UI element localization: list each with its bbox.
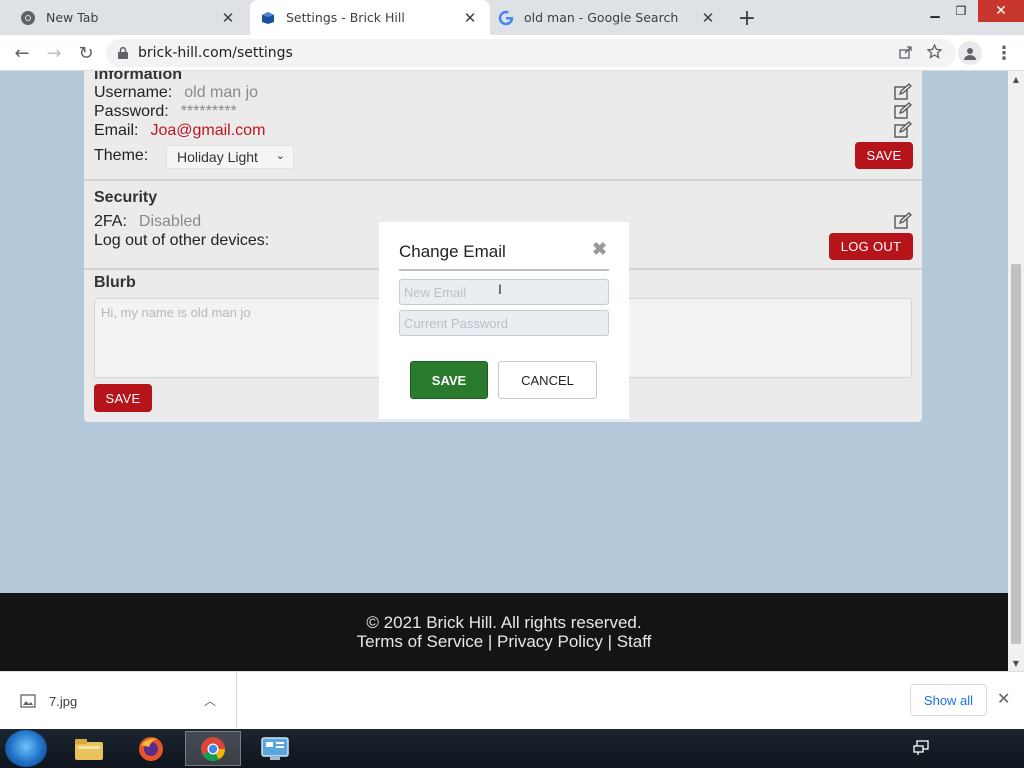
- save-information-button[interactable]: SAVE: [855, 142, 913, 169]
- tab-title: old man - Google Search: [524, 10, 679, 25]
- section-divider: [84, 179, 922, 181]
- close-icon[interactable]: ✕: [997, 689, 1010, 709]
- footer-links[interactable]: Terms of Service | Privacy Policy | Staf…: [0, 632, 1008, 652]
- twofa-row: 2FA: Disabled: [94, 213, 201, 231]
- windows-taskbar: [0, 729, 1024, 768]
- email-row: Email: Joa@gmail.com: [94, 122, 265, 140]
- window-close-icon[interactable]: ✕: [978, 0, 1024, 22]
- chevron-down-icon: ⌄: [275, 150, 285, 162]
- username-row: Username: old man jo: [94, 84, 258, 102]
- information-heading: Information: [94, 71, 182, 83]
- tab-title: Settings - Brick Hill: [286, 10, 405, 25]
- edit-username-icon[interactable]: [894, 83, 912, 101]
- modal-title: Change Email: [399, 242, 506, 261]
- restore-icon[interactable]: ❐: [950, 0, 972, 22]
- chrome-icon[interactable]: [185, 731, 241, 766]
- site-footer: © 2021 Brick Hill. All rights reserved. …: [0, 593, 1008, 671]
- tab-new-tab[interactable]: New Tab ✕: [0, 0, 248, 35]
- close-icon[interactable]: ✖: [592, 239, 607, 260]
- back-arrow-icon[interactable]: ←: [10, 41, 34, 65]
- close-tab-icon[interactable]: ✕: [698, 8, 718, 28]
- share-icon[interactable]: [899, 44, 913, 63]
- edit-2fa-icon[interactable]: [894, 212, 912, 230]
- minimize-icon[interactable]: ▁: [924, 0, 946, 22]
- bookmark-star-icon[interactable]: [926, 43, 943, 63]
- tab-settings[interactable]: Settings - Brick Hill ✕: [250, 0, 490, 35]
- logout-button[interactable]: LOG OUT: [829, 233, 913, 260]
- page-scrollbar[interactable]: ▲ ▼: [1008, 71, 1024, 671]
- email-value: Joa@gmail.com: [150, 122, 266, 139]
- password-row: Password: *********: [94, 103, 237, 121]
- image-file-icon: [20, 693, 36, 709]
- tab-google-search[interactable]: old man - Google Search ✕: [488, 0, 728, 35]
- username-value: old man jo: [184, 84, 259, 101]
- theme-select-value: Holiday Light: [177, 149, 258, 165]
- file-explorer-icon[interactable]: [61, 731, 117, 766]
- download-shelf: 7.jpg ︿ Show all ✕: [0, 671, 1024, 730]
- reload-icon[interactable]: ↻: [74, 41, 98, 65]
- lock-icon[interactable]: [118, 47, 128, 59]
- close-tab-icon[interactable]: ✕: [218, 8, 238, 28]
- windows-start-icon[interactable]: [5, 730, 47, 767]
- brick-hill-icon: [260, 10, 276, 26]
- modal-divider: [399, 269, 609, 271]
- network-tray-icon[interactable]: [913, 740, 931, 756]
- current-password-input[interactable]: [399, 310, 609, 336]
- twofa-label: 2FA:: [94, 213, 127, 230]
- edit-password-icon[interactable]: [894, 102, 912, 120]
- theme-select[interactable]: Holiday Light ⌄: [166, 145, 294, 169]
- google-icon: [498, 10, 514, 26]
- tab-title: New Tab: [46, 10, 99, 25]
- scroll-down-arrow-icon[interactable]: ▼: [1008, 655, 1024, 671]
- email-label: Email:: [94, 122, 139, 139]
- forward-arrow-icon[interactable]: →: [42, 41, 66, 65]
- modal-save-button[interactable]: SAVE: [410, 361, 488, 399]
- text-cursor-icon: I: [498, 281, 502, 297]
- browser-toolbar: ← → ↻ brick-hill.com/settings ⋮: [0, 35, 1024, 71]
- save-blurb-button[interactable]: SAVE: [94, 384, 152, 412]
- twofa-value: Disabled: [138, 213, 202, 230]
- chrome-icon: [20, 10, 36, 26]
- blurb-heading: Blurb: [94, 274, 136, 291]
- logout-label: Log out of other devices:: [94, 232, 270, 249]
- theme-label: Theme:: [94, 147, 149, 164]
- modal-cancel-button[interactable]: CANCEL: [498, 361, 597, 399]
- footer-copyright: © 2021 Brick Hill. All rights reserved.: [366, 613, 642, 632]
- url-text[interactable]: brick-hill.com/settings: [138, 45, 293, 61]
- edit-email-icon[interactable]: [894, 121, 912, 139]
- download-file-name: 7.jpg: [49, 693, 78, 709]
- username-label: Username:: [94, 84, 173, 101]
- password-value: *********: [180, 103, 237, 120]
- password-label: Password:: [94, 103, 169, 120]
- scroll-up-arrow-icon[interactable]: ▲: [1008, 71, 1024, 87]
- change-email-modal: Change Email ✖ I SAVE CANCEL: [379, 222, 629, 419]
- new-email-input[interactable]: [399, 279, 609, 305]
- address-bar[interactable]: brick-hill.com/settings: [106, 39, 956, 67]
- profile-avatar-icon[interactable]: [958, 41, 982, 65]
- firefox-icon[interactable]: [123, 731, 179, 766]
- show-all-button[interactable]: Show all: [910, 684, 987, 716]
- chevron-up-icon[interactable]: ︿: [204, 692, 216, 709]
- scroll-thumb[interactable]: [1011, 264, 1021, 644]
- kebab-menu-icon[interactable]: ⋮: [992, 41, 1016, 65]
- download-item[interactable]: 7.jpg ︿: [0, 672, 237, 730]
- page-viewport: Information Username: old man jo Password…: [0, 71, 1008, 671]
- browser-tab-strip: New Tab ✕ Settings - Brick Hill ✕ old ma…: [0, 0, 1024, 35]
- security-heading: Security: [94, 189, 158, 206]
- control-panel-icon[interactable]: [247, 731, 303, 766]
- close-tab-icon[interactable]: ✕: [460, 8, 480, 28]
- new-tab-plus-icon[interactable]: +: [735, 6, 759, 31]
